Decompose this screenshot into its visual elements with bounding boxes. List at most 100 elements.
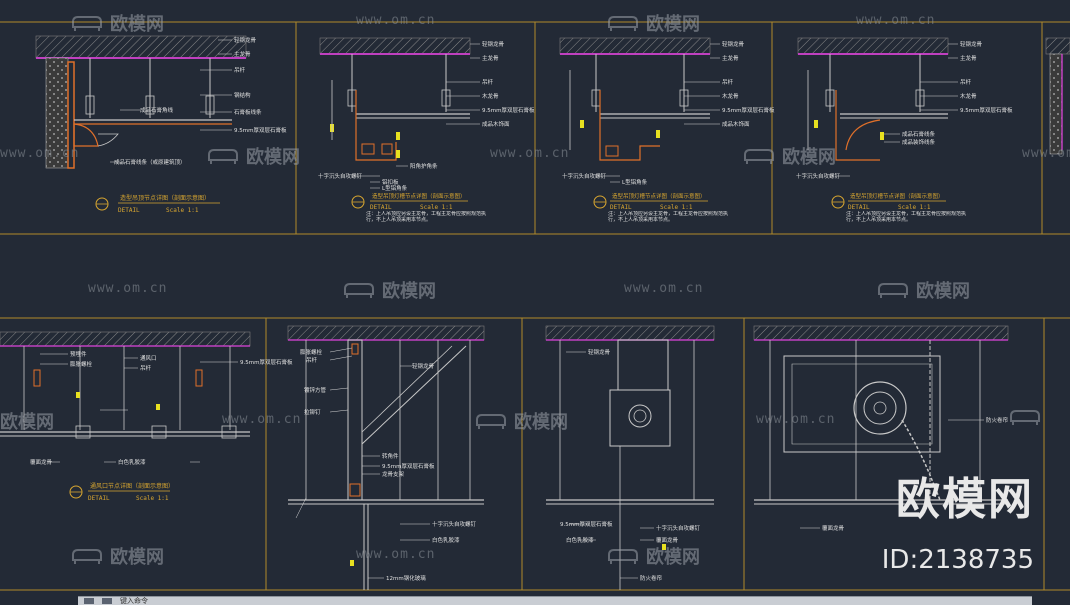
p7-label: 9.5mm厚双层石膏板 [560, 520, 613, 528]
p1-label: 成品石膏角线 [140, 106, 174, 114]
p3-title: 造型吊顶灯槽节点详图（剖面示意图） [612, 192, 706, 200]
p6-label: 9.5mm厚双层石膏板 [382, 462, 435, 470]
watermark-website: www.om.cn [222, 412, 302, 427]
watermark-website: www.om.cn [356, 13, 436, 28]
watermark-brand [1008, 408, 1042, 426]
p3-scale: Scale 1:1 [660, 204, 693, 211]
watermark-brand-text: 欧模网 [0, 412, 54, 433]
cad-canvas[interactable]: 轻钢龙骨 主龙骨 吊杆 钢结构 石膏板线条 9.5mm厚双层石膏板 成品石膏角线… [0, 0, 1070, 605]
watermark-brand-text: 欧模网 [110, 14, 164, 35]
p2-scale: Scale 1:1 [420, 204, 453, 211]
p1-label: 成品石膏线条（或原建筑顶） [114, 158, 186, 166]
watermark-big-brand: 欧模网 [896, 474, 1034, 525]
detail-panel-1: 轻钢龙骨 主龙骨 吊杆 钢结构 石膏板线条 9.5mm厚双层石膏板 成品石膏角线… [35, 35, 287, 214]
p2-label: 主龙骨 [482, 54, 499, 62]
sofa-logo-icon [208, 149, 238, 164]
p6-label: 膨胀螺栓 [300, 348, 323, 356]
p2-title: 造型吊顶灯槽节点详图（剖面示意图） [372, 192, 466, 200]
p4-label: 9.5mm厚双层石膏板 [960, 106, 1013, 114]
detail-panel-partial [1045, 37, 1070, 155]
p5-label: 通风口 [140, 354, 157, 362]
p4-title: 造型吊顶灯槽节点详图（剖面示意图） [850, 192, 944, 200]
p6-label: 镀锌方管 [304, 386, 327, 394]
p3-label: 木龙骨 [722, 92, 739, 100]
watermark-website: www.om.cn [856, 13, 936, 28]
p2-label: 十字沉头自攻螺钉 [318, 172, 363, 180]
sofa-logo-icon [608, 549, 638, 564]
p4-label: 吊杆 [960, 78, 972, 86]
p7-label: 十字沉头自攻螺钉 [656, 524, 701, 532]
p1-label: 轻钢龙骨 [234, 36, 257, 44]
watermark-brand: 欧模网 [70, 10, 164, 36]
watermark-website: www.om.cn [356, 547, 436, 562]
close-icon[interactable] [84, 598, 94, 604]
command-bar[interactable]: 键入命令 [78, 596, 1032, 605]
p3-note: 注：上人吊顶应另设主龙骨，工程主龙骨应按照规范执行，不上人吊顶采用本节点。 [608, 211, 728, 223]
p6-label: 转角件 [382, 452, 399, 460]
p3-label: 吊杆 [722, 78, 734, 86]
p1-label: 9.5mm厚双层石膏板 [234, 126, 287, 134]
watermark-brand-text: 欧模网 [382, 281, 436, 302]
p3-label: L型铝角条 [622, 178, 648, 186]
p4-label: 主龙骨 [960, 54, 977, 62]
watermark-brand: 欧模网 [474, 408, 568, 434]
p3-label: 9.5mm厚双层石膏板 [722, 106, 775, 114]
watermark-brand: 欧模网 [606, 10, 700, 36]
detail-panel-2: 轻钢龙骨 主龙骨 吊杆 木龙骨 9.5mm厚双层石膏板 成品木饰面 阳角护角条 … [318, 37, 535, 223]
p7-label: 轻钢龙骨 [588, 348, 611, 356]
watermark-brand: 欧模网 [206, 143, 300, 169]
p4-label: 成品装饰线条 [902, 138, 936, 146]
watermark-website: www.om.cn [490, 146, 570, 161]
p3-label: 十字沉头自攻螺钉 [562, 172, 607, 180]
sofa-logo-icon [344, 283, 374, 298]
p5-label: 预埋件 [70, 350, 87, 358]
p2-label: 阳角护角条 [410, 162, 438, 170]
p2-detail: DETAIL [370, 204, 392, 211]
p6-label: 轻钢龙骨 [412, 362, 435, 370]
watermark-website: www.om.cn [0, 146, 80, 161]
p5-label: 覆面龙骨 [30, 458, 53, 466]
detail-panel-4: 轻钢龙骨 主龙骨 吊杆 木龙骨 9.5mm厚双层石膏板 成品石膏线条 成品装饰线… [796, 37, 1013, 223]
p6-label: 12mm钢化玻璃 [386, 574, 426, 582]
p6-label: 十字沉头自攻螺钉 [432, 520, 477, 528]
sofa-logo-icon [72, 549, 102, 564]
watermark-id: ID:2138735 [881, 545, 1034, 575]
p3-detail: DETAIL [610, 204, 632, 211]
p3-label: 轻钢龙骨 [722, 40, 745, 48]
p7-label: 防火卷帘 [640, 574, 663, 582]
p5-label: 白色乳胶漆 [118, 458, 146, 466]
p3-label: 成品木饰面 [722, 120, 750, 128]
p4-label: 成品石膏线条 [902, 130, 936, 138]
command-prompt[interactable]: 键入命令 [120, 597, 148, 605]
p2-note: 注：上人吊顶应另设主龙骨，工程主龙骨应按照规范执行，不上人吊顶采用本节点。 [366, 211, 486, 223]
sofa-logo-icon [1010, 410, 1040, 425]
p4-note: 注：上人吊顶应另设主龙骨，工程主龙骨应按照规范执行，不上人吊顶采用本节点。 [846, 211, 966, 223]
p4-label: 轻钢龙骨 [960, 40, 983, 48]
p2-label: 轻钢龙骨 [482, 40, 505, 48]
p1-label: 主龙骨 [234, 50, 251, 58]
watermark-brand: 欧模网 [742, 143, 836, 169]
command-history-icon[interactable] [102, 598, 112, 604]
p2-label: 9.5mm厚双层石膏板 [482, 106, 535, 114]
watermark-brand-text: 欧模网 [246, 147, 300, 168]
p1-title: 造型吊顶节点详图（剖面示意图） [120, 194, 210, 202]
watermark-brand: 欧模网 [876, 277, 970, 303]
watermark-brand-text: 欧模网 [646, 547, 700, 568]
p6-label: 白色乳胶漆 [432, 536, 460, 544]
p1-label: 石膏板线条 [234, 108, 262, 116]
p2-label: 成品木饰面 [482, 120, 510, 128]
sofa-logo-icon [608, 16, 638, 31]
p2-label: 吊杆 [482, 78, 494, 86]
p7-label: 白色乳胶漆 [566, 536, 594, 544]
p4-scale: Scale 1:1 [898, 204, 931, 211]
watermark-brand: 欧模网 [342, 277, 436, 303]
watermark-brand-text: 欧模网 [110, 547, 164, 568]
p5-label: 膨胀螺栓 [70, 360, 93, 368]
detail-panel-3: 轻钢龙骨 主龙骨 吊杆 木龙骨 9.5mm厚双层石膏板 成品木饰面 十字沉头自攻… [559, 37, 775, 223]
p5-label: 吊杆 [140, 364, 152, 372]
p5-scale: Scale 1:1 [136, 495, 169, 502]
watermark-website: www.om.cn [88, 281, 168, 296]
p6-label: 吊杆 [306, 356, 318, 364]
p6-label: 拉铆钉 [304, 408, 321, 416]
p3-label: 主龙骨 [722, 54, 739, 62]
